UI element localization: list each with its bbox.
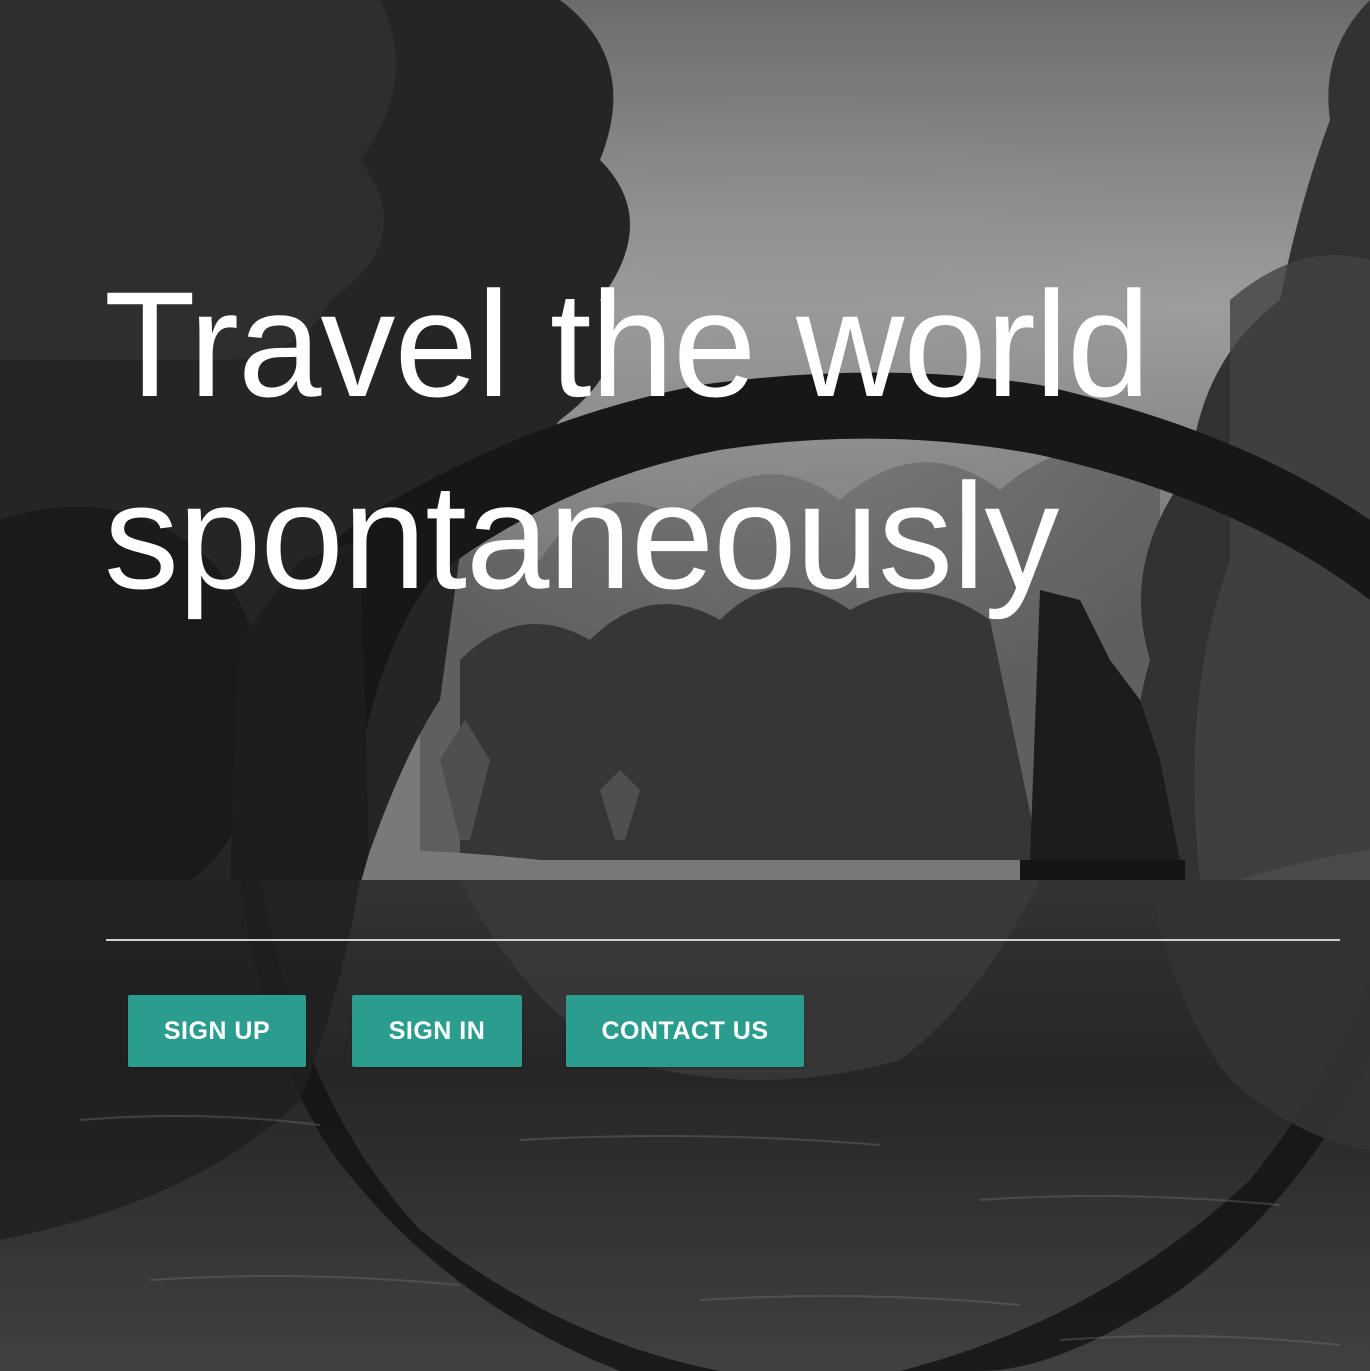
headline-line-2: spontaneously (104, 452, 1059, 620)
sign-up-button[interactable]: SIGN UP (128, 995, 306, 1067)
background-photo (0, 0, 1370, 1371)
divider (106, 939, 1340, 941)
hero-section: Travel the world spontaneously SIGN UP S… (0, 0, 1370, 1371)
headline-line-1: Travel the world (104, 260, 1151, 428)
hero-headline: Travel the world spontaneously (104, 248, 1344, 632)
contact-us-button[interactable]: CONTACT US (566, 995, 804, 1067)
sign-in-button[interactable]: SIGN IN (352, 995, 522, 1067)
